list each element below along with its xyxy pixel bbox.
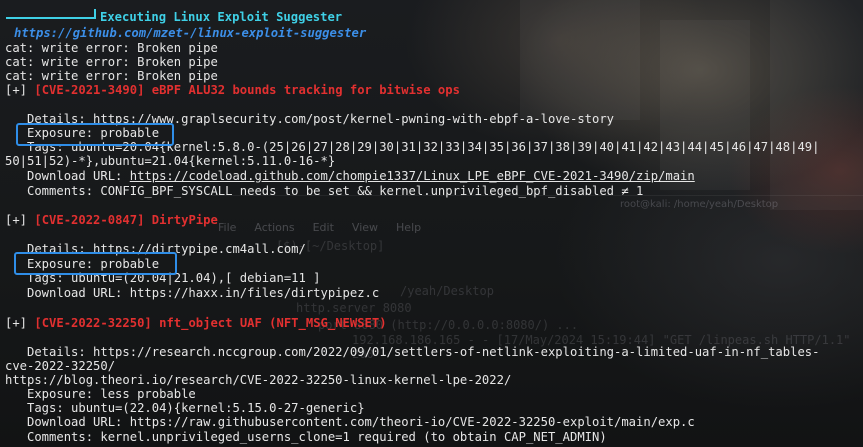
cve-name: DirtyPipe <box>144 213 218 227</box>
cve-tags: Tags: ubuntu=(22.04){kernel:5.15.0-27-ge… <box>5 401 365 415</box>
download-url-link[interactable]: https://codeload.github.com/chompie1337/… <box>130 169 695 183</box>
cve-prefix: [+] <box>5 316 35 330</box>
cve-name: nft_object UAF (NFT_MSG_NEWSET) <box>151 316 387 330</box>
wallpaper-building <box>770 0 863 210</box>
cve-details-continued: https://blog.theori.io/research/CVE-2022… <box>5 373 512 387</box>
error-line: cat: write error: Broken pipe <box>5 41 218 55</box>
cve-heading: [+] [CVE-2022-0847] DirtyPipe <box>5 213 218 227</box>
background-line: /yeah/Desktop <box>400 284 494 298</box>
cve-heading: [+] [CVE-2022-32250] nft_object UAF (NFT… <box>5 316 387 330</box>
error-line: cat: write error: Broken pipe <box>5 55 218 69</box>
cve-download: Download URL: https://raw.githubusercont… <box>5 415 695 429</box>
banner-rule <box>6 17 95 19</box>
menu-help[interactable]: Help <box>396 221 421 234</box>
cve-comments: Comments: CONFIG_BPF_SYSCALL needs to be… <box>5 184 644 198</box>
cve-prefix: [+] <box>5 213 35 227</box>
background-window-title: root@kali: /home/yeah/Desktop <box>620 199 779 210</box>
cve-download: Download URL: https://codeload.github.co… <box>5 169 695 183</box>
download-label: Download URL: <box>5 169 130 183</box>
exposure-highlight-box <box>14 252 177 275</box>
banner-url[interactable]: https://github.com/mzet-/linux-exploit-s… <box>14 26 366 40</box>
error-line: cat: write error: Broken pipe <box>5 69 218 83</box>
wallpaper-building <box>520 0 640 120</box>
cve-comments: Comments: kernel.unprivileged_userns_clo… <box>5 430 607 444</box>
banner-title: Executing Linux Exploit Suggester <box>100 10 343 24</box>
background-line: http.server 8080 <box>296 301 412 315</box>
menu-file[interactable]: File <box>218 221 236 234</box>
cve-prefix: [+] <box>5 83 35 97</box>
cve-tags-continued: 50|51|52)-*},ubuntu=21.04{kernel:5.11.0-… <box>5 154 336 168</box>
cve-name: eBPF ALU32 bounds tracking for bitwise o… <box>144 83 460 97</box>
terminal-window: root@kali: /home/yeah/Desktop File Actio… <box>0 0 863 447</box>
cve-id: [CVE-2021-3490] <box>34 83 145 97</box>
cve-id: [CVE-2022-32250] <box>34 316 152 330</box>
menu-actions[interactable]: Actions <box>254 221 294 234</box>
cve-exposure: Exposure: less probable <box>5 387 196 401</box>
background-window-menubar: File Actions Edit View Help <box>218 221 421 234</box>
cve-download: Download URL: https://haxx.in/files/dirt… <box>5 286 380 300</box>
exposure-highlight-box <box>16 123 174 146</box>
cve-heading: [+] [CVE-2021-3490] eBPF ALU32 bounds tr… <box>5 83 460 97</box>
cve-details: Details: https://research.nccgroup.com/2… <box>5 345 820 359</box>
menu-edit[interactable]: Edit <box>313 221 334 234</box>
wallpaper-building <box>660 20 750 190</box>
cve-id: [CVE-2022-0847] <box>34 213 145 227</box>
cve-details-continued: cve-2022-32250/ <box>5 359 116 373</box>
menu-view[interactable]: View <box>352 221 378 234</box>
